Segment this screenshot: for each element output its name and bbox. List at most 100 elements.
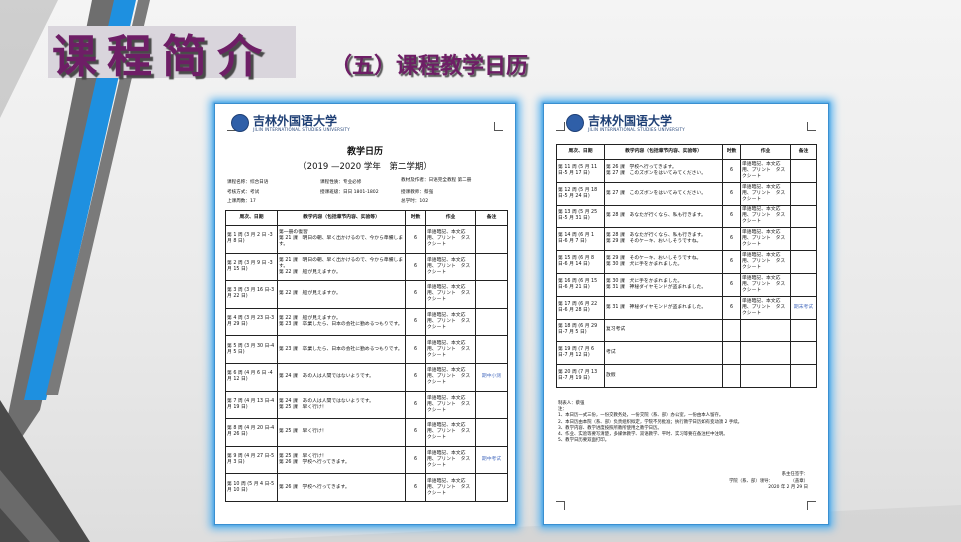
crop-mark [807, 122, 816, 131]
cell-hours: 6 [722, 295, 741, 320]
table-row: 第 12 周 (5 月 18 日-5 月 24 日) 第 27 課 このズボンをは… [556, 181, 817, 206]
table-row: 第 7 周 (4 月 13 日-4 月 19 日) 第 24 課 あの人は人間では… [225, 390, 508, 420]
cell-week: 第 20 周 (7 月 13 日-7 月 19 日) [556, 364, 605, 388]
signature-block: 系主任签字： 学院（系、部）领导： （盖章） 2020 年 2 月 29 日 [729, 472, 808, 492]
logo-english: JILIN INTERNATIONAL STUDIES UNIVERSITY [253, 126, 351, 132]
table-row: 第 18 周 (6 月 29 日-7 月 5 日) 复习考试 [556, 318, 817, 343]
cell-week: 第 9 周 (4 月 27 日-5 月 3 日) [225, 445, 278, 475]
calendar-table: 周次、日期 教学内容（包括章节内容、实验等） 时数 作业 备注 第 1 周 (3… [225, 210, 508, 502]
cell-hours: 6 [405, 307, 426, 337]
cell-week: 第 14 周 (6 月 1 日-6 月 7 日) [556, 227, 605, 252]
academic-year: （2019 —2020 学年 第二学期） [298, 162, 432, 172]
cell-note [475, 307, 508, 337]
crop-mark [807, 501, 816, 510]
header-note: 备注 [475, 210, 508, 226]
table-row: 第 13 周 (5 月 25 日-5 月 31 日) 第 28 課 あなたが行くな… [556, 204, 817, 229]
cell-homework: 単語暗記、本文応用、プリント タスクシート [425, 280, 476, 309]
cell-content: 第 24 課 あの人は人間ではないようです。 [277, 362, 406, 392]
total-hours: 总学时：102 [401, 199, 429, 204]
table-row: 第 2 周 (3 月 9 日 -3 月 15 日) 第 21 課 明日の朝、早く出… [225, 252, 508, 282]
table-row: 第 3 周 (3 月 16 日-3 月 22 日) 第 22 課 船が見えますか。… [225, 280, 508, 309]
header-hours: 时数 [405, 210, 426, 226]
cell-content: 第 23 課 卒業したら、日本の会社に勤めるつもりです。 [277, 335, 406, 364]
cell-note [475, 473, 508, 502]
table-row: 第 19 周 (7 月 6 日-7 月 12 日) 考试 [556, 341, 817, 366]
cell-note: 期中小测 [475, 362, 508, 392]
cell-hours: 6 [722, 250, 741, 274]
cell-note [790, 341, 817, 366]
cell-week: 第 1 周 (3 月 2 日 -3 月 8 日) [225, 225, 278, 254]
header-content: 教学内容（包括章节内容、实验等） [604, 144, 723, 160]
cell-content: 第 31 課 神秘ダイヤモンドが盗まれました。 [604, 295, 723, 320]
cell-note [790, 204, 817, 229]
course-type: 课程性质：专业必修 [320, 180, 362, 185]
university-seal-icon [231, 114, 249, 132]
cell-note [790, 250, 817, 274]
cell-homework: 単語暗記、本文応用、プリント タスクシート [740, 227, 791, 252]
document-title: 教学日历 [346, 147, 383, 157]
header-note: 备注 [790, 144, 817, 160]
exam-method: 考核方式：考试 [227, 190, 260, 195]
cell-hours: 6 [405, 445, 426, 475]
cell-note [475, 390, 508, 420]
cell-content: 第 28 課 あなたが行くなら、私も行きます。 [604, 204, 723, 229]
crop-mark [556, 122, 565, 131]
table-row: 第 17 周 (6 月 22 日-6 月 28 日) 第 31 課 神秘ダイヤモン… [556, 295, 817, 320]
cell-homework: 単語暗記、本文応用、プリント タスクシート [425, 335, 476, 364]
cell-hours: 6 [722, 181, 741, 206]
cell-hours: 6 [405, 335, 426, 364]
class-group: 授课班级：日日 1801-1802 [320, 190, 379, 195]
cell-hours: 6 [405, 390, 426, 420]
header-week: 周次、日期 [556, 144, 605, 160]
cell-homework [740, 364, 791, 388]
cell-homework: 単語暗記、本文応用、プリント タスクシート [425, 252, 476, 282]
cell-note [475, 225, 508, 254]
cell-note [475, 280, 508, 309]
calendar-page-1: 吉林外国语大学 JILIN INTERNATIONAL STUDIES UNIV… [214, 103, 516, 525]
signature-line: 2020 年 2 月 29 日 [768, 485, 808, 490]
cell-content: 第 24 課 あの人は人間ではないようです。 第 25 課 早く行け！ [277, 390, 406, 420]
slide-title: 课程简介 [52, 30, 273, 83]
cell-hours: 6 [722, 204, 741, 229]
table-row: 第 1 周 (3 月 2 日 -3 月 8 日) 第一册の復習 第 21 課 明日… [225, 225, 508, 254]
cell-content: 第 29 課 そのケーキ、おいしそうですね。 第 30 課 犬に手をかまれました… [604, 250, 723, 274]
cell-note [790, 159, 817, 183]
table-row: 第 6 周 (4 月 6 日 -4 月 12 日) 第 24 課 あの人は人間では… [225, 362, 508, 392]
cell-homework: 単語暗記、本文応用、プリント タスクシート [425, 445, 476, 475]
cell-note [475, 418, 508, 447]
header-homework: 作业 [425, 210, 476, 226]
cell-week: 第 16 周 (6 月 15 日-6 月 21 日) [556, 272, 605, 297]
logo-chinese: 吉林外国语大学 [253, 113, 338, 128]
university-seal-icon [566, 114, 584, 132]
logo-chinese: 吉林外国语大学 [588, 113, 673, 128]
calendar-table: 周次、日期 教学内容（包括章节内容、实验等） 时数 作业 备注 第 11 周 (… [556, 144, 817, 388]
logo-english: JILIN INTERNATIONAL STUDIES UNIVERSITY [588, 126, 686, 132]
cell-hours: 6 [405, 362, 426, 392]
header-content: 教学内容（包括章节内容、实验等） [277, 210, 406, 226]
cell-content: 第一册の復習 第 21 課 明日の朝、早く出かけるので、今から準備します。 [277, 225, 406, 254]
cell-hours: 6 [722, 272, 741, 297]
cell-week: 第 7 周 (4 月 13 日-4 月 19 日) [225, 390, 278, 420]
cell-homework [740, 318, 791, 343]
cell-homework: 単語暗記、本文応用、プリント タスクシート [425, 390, 476, 420]
cell-hours: 6 [405, 252, 426, 282]
total-weeks: 上课周数：17 [227, 199, 256, 204]
cell-hours [722, 318, 741, 343]
cell-content: 第 26 課 学校へ行ってきます。 第 27 課 このズボンをはいてみてください… [604, 159, 723, 183]
cell-content: 复习考试 [604, 318, 723, 343]
note-line: 5、教学日历要双面打印。 [558, 438, 610, 444]
table-row: 第 16 周 (6 月 15 日-6 月 21 日) 第 30 課 犬に手をかまれ… [556, 272, 817, 297]
cell-note [790, 227, 817, 252]
cell-week: 第 2 周 (3 月 9 日 -3 月 15 日) [225, 252, 278, 282]
table-row: 第 8 周 (4 月 20 日-4 月 26 日) 第 25 課 早く行け！ 6 単語… [225, 418, 508, 447]
cell-note: 期末考试 [790, 295, 817, 320]
cell-hours [722, 341, 741, 366]
table-row: 第 9 周 (4 月 27 日-5 月 3 日) 第 25 課 早く行け！ 第 2… [225, 445, 508, 475]
cell-homework: 単語暗記、本文応用、プリント タスクシート [740, 272, 791, 297]
table-row: 第 5 周 (3 月 30 日-4 月 5 日) 第 23 課 卒業したら、日本の… [225, 335, 508, 364]
footnotes: 制表人：蔡强 注： 1、本日历一式三份，一份交教务处，一份交院（系、部）办公室，一份… [558, 401, 816, 444]
cell-homework: 単語暗記、本文応用、プリント タスクシート [740, 181, 791, 206]
table-row: 第 20 周 (7 月 13 日-7 月 19 日) 放假 [556, 364, 817, 388]
cell-week: 第 15 周 (6 月 8 日-6 月 14 日) [556, 250, 605, 274]
cell-content: 第 30 課 犬に手をかまれました。 第 31 課 神秘ダイヤモンドが盗まれまし… [604, 272, 723, 297]
